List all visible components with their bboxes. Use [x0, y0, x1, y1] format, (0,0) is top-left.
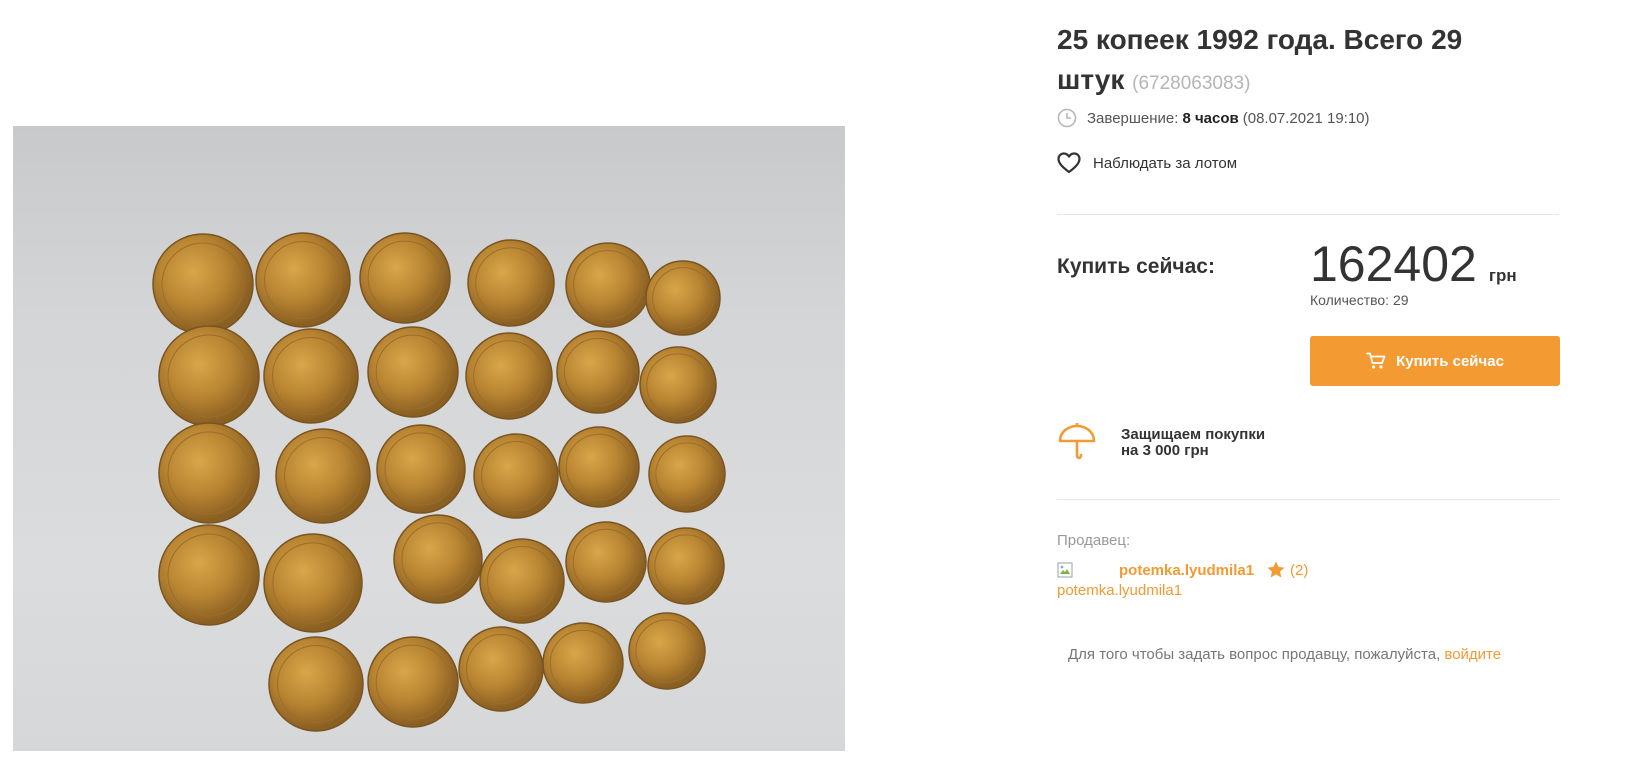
lot-photo[interactable]	[13, 126, 845, 751]
coin	[367, 326, 459, 418]
coin	[158, 422, 260, 524]
coin	[647, 527, 725, 605]
coin	[465, 332, 553, 420]
coin	[479, 538, 565, 624]
seller-avatar[interactable]	[1057, 560, 1109, 580]
lot-title: 25 копеек 1992 года. Всего 29 штук (6728…	[1057, 20, 1527, 104]
buy-now-label: Купить сейчас:	[1057, 255, 1215, 278]
coin	[565, 242, 651, 328]
heart-icon	[1057, 152, 1081, 174]
seller-rating[interactable]: (2)	[1266, 560, 1308, 580]
quantity: Количество: 29	[1310, 292, 1409, 308]
lot-title-text: 25 копеек 1992 года. Всего 29 штук	[1057, 24, 1463, 95]
buy-now-button[interactable]: Купить сейчас	[1310, 336, 1560, 386]
coin	[268, 636, 364, 732]
price-value: 162402	[1310, 236, 1477, 292]
coin	[158, 325, 260, 427]
end-datetime: (08.07.2021 19:10)	[1242, 109, 1370, 127]
end-remaining: 8 часов	[1182, 109, 1239, 127]
coin	[458, 626, 544, 712]
protection-line-2: на 3 000 грн	[1121, 442, 1209, 459]
seller-name-link[interactable]: potemka.lyudmila1	[1119, 562, 1254, 579]
clock-icon	[1057, 108, 1077, 128]
umbrella-icon	[1058, 423, 1096, 460]
coin	[263, 328, 359, 424]
end-label: Завершение:	[1087, 109, 1179, 127]
coin	[628, 612, 706, 690]
watch-lot-label: Наблюдать за лотом	[1093, 154, 1238, 172]
coin	[648, 435, 726, 513]
coin	[152, 233, 254, 335]
divider	[1057, 499, 1559, 500]
coin	[467, 239, 555, 327]
seller-info: potemka.lyudmila1 (2)	[1057, 560, 1308, 580]
lot-id: (6728063083)	[1132, 73, 1251, 94]
ask-seller-text: Для того чтобы задать вопрос продавцу, п…	[1068, 646, 1441, 663]
buy-now-button-label: Купить сейчас	[1396, 352, 1504, 370]
coin	[556, 330, 640, 414]
protection-line-1: Защищаем покупки	[1121, 426, 1266, 443]
star-icon	[1267, 561, 1285, 578]
coin	[639, 346, 717, 424]
divider	[1057, 214, 1559, 215]
coin	[565, 521, 647, 603]
seller-avatar-alt-text[interactable]: potemka.lyudmila1	[1057, 582, 1182, 599]
coin	[393, 514, 483, 604]
coin	[558, 426, 640, 508]
coins-image	[152, 232, 726, 732]
coin	[263, 533, 363, 633]
coin	[542, 622, 624, 704]
coin	[275, 428, 371, 524]
price-currency: грн	[1488, 266, 1517, 285]
coin	[376, 424, 466, 514]
coin	[367, 636, 459, 728]
coin	[158, 524, 260, 626]
buyer-protection: Защищаем покупки на 3 000 грн	[1057, 423, 1265, 463]
cart-icon	[1366, 352, 1386, 369]
seller-rating-count: (2)	[1290, 561, 1309, 579]
watch-lot-button[interactable]: Наблюдать за лотом	[1057, 150, 1237, 176]
coin	[255, 232, 351, 328]
coin	[359, 232, 451, 324]
coin	[645, 260, 721, 336]
seller-label: Продавец:	[1057, 532, 1131, 549]
ask-seller-note: Для того чтобы задать вопрос продавцу, п…	[1068, 646, 1501, 663]
broken-image-icon	[1057, 562, 1073, 578]
lot-end-time: Завершение: 8 часов (08.07.2021 19:10)	[1057, 107, 1370, 129]
login-link[interactable]: войдите	[1444, 646, 1501, 663]
coin	[473, 433, 559, 519]
